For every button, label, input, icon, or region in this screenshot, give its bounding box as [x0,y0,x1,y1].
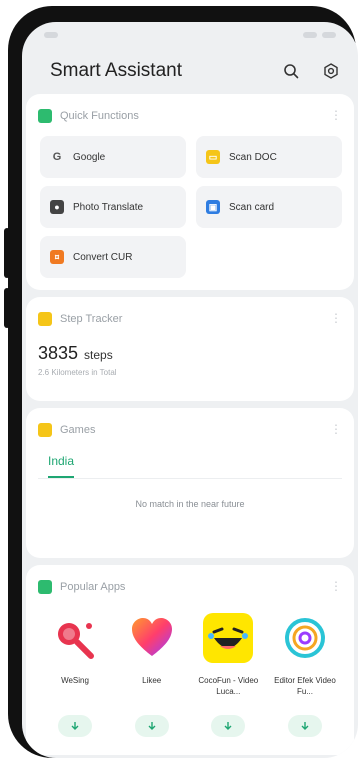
games-icon [38,423,52,437]
page-title: Smart Assistant [50,60,182,81]
status-indicator [44,32,58,38]
quick-functions-card: Quick Functions ⋮ G Google ▭ Scan DOC ● … [26,94,354,290]
quick-function-convert-cur[interactable]: ¤ Convert CUR [40,236,186,278]
empty-state-text: No match in the near future [135,499,245,509]
app-name: CocoFun - Video Luca... [198,676,259,696]
card-title: Step Tracker [60,313,123,325]
app-item-wesing[interactable]: WeSing [40,611,110,737]
quick-function-google[interactable]: G Google [40,136,186,178]
more-icon[interactable]: ⋮ [330,311,342,325]
more-icon[interactable]: ⋮ [330,579,342,593]
download-button[interactable] [287,715,322,737]
quick-function-label: Google [73,151,106,163]
header-actions [280,60,342,82]
header: Smart Assistant [22,48,358,94]
app-item-likee[interactable]: Likee [117,611,187,737]
quick-function-label: Convert CUR [73,251,133,263]
convert-currency-icon: ¤ [50,250,64,264]
quick-function-photo-translate[interactable]: ● Photo Translate [40,186,186,228]
step-tracker-icon [38,312,52,326]
power-button [4,288,10,328]
distance-total: 2.6 Kilometers in Total [38,368,117,377]
more-icon[interactable]: ⋮ [330,108,342,122]
popular-apps-icon [38,580,52,594]
divider [38,478,342,479]
card-title: Popular Apps [60,581,126,593]
steps-unit: steps [84,348,113,362]
photo-translate-icon: ● [50,200,64,214]
steps-count: 3835 [38,343,79,363]
google-icon: G [52,151,62,163]
wesing-icon [48,611,102,665]
card-title: Quick Functions [60,110,139,122]
download-button[interactable] [134,715,169,737]
more-icon[interactable]: ⋮ [330,422,342,436]
games-card: Games ⋮ India No match in the near futur… [26,408,354,558]
cocofun-icon [201,611,255,665]
battery-icon [322,32,336,38]
volume-button [4,228,10,278]
download-button[interactable] [211,715,246,737]
app-item-editor[interactable]: Editor Efek Video Fu... [270,611,340,737]
app-name: Likee [142,676,162,685]
scan-card-icon: ▣ [206,200,220,214]
app-name: WeSing [61,676,89,685]
app-item-cocofun[interactable]: CocoFun - Video Luca... [193,611,263,737]
phone-frame: Smart Assistant Quick Functions ⋮ G Goog… [8,6,358,758]
app-name: Editor Efek Video Fu... [274,676,336,696]
quick-function-scan-card[interactable]: ▣ Scan card [196,186,342,228]
status-bar [22,22,358,48]
card-title: Games [60,424,96,436]
quick-function-scan-doc[interactable]: ▭ Scan DOC [196,136,342,178]
tab-india[interactable]: India [48,454,75,478]
signal-icon [303,32,317,38]
step-tracker-card[interactable]: Step Tracker ⋮ 3835 steps 2.6 Kilometers… [26,297,354,401]
status-icons [303,32,336,38]
likee-icon [125,611,179,665]
quick-function-label: Photo Translate [73,201,144,213]
scan-doc-icon: ▭ [206,150,220,164]
popular-apps-card: Popular Apps ⋮ WeSing Likee CocoFun - Vi… [26,565,354,755]
screen: Smart Assistant Quick Functions ⋮ G Goog… [22,22,358,758]
quick-function-label: Scan card [229,201,275,213]
download-button[interactable] [58,715,92,737]
quick-functions-icon [38,109,52,123]
quick-function-label: Scan DOC [229,151,277,163]
gear-icon[interactable] [320,60,342,82]
editor-icon [278,611,332,665]
search-icon[interactable] [280,60,302,82]
